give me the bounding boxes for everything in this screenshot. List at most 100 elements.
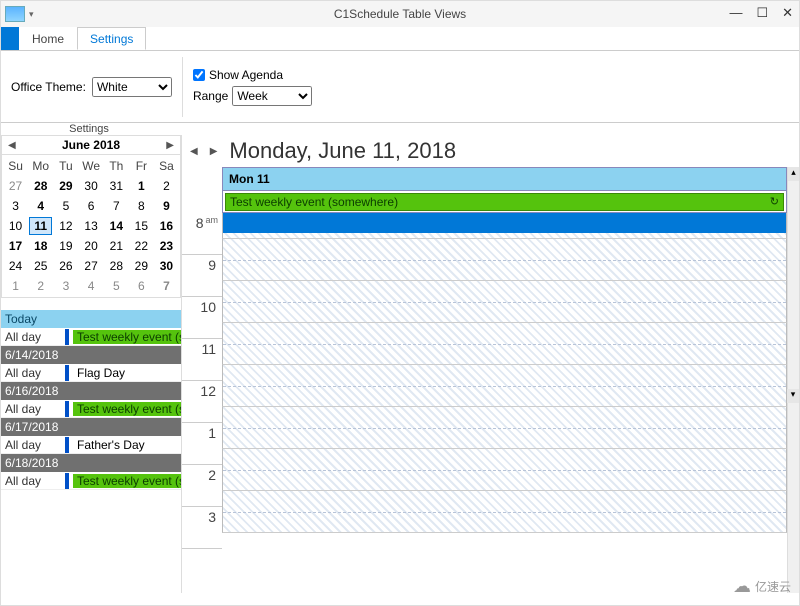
vertical-scrollbar[interactable]: ▴ ▾ <box>787 167 799 593</box>
show-agenda-checkbox[interactable] <box>193 69 205 81</box>
calendar-day[interactable]: 24 <box>4 257 27 275</box>
calendar-day[interactable]: 4 <box>79 277 102 295</box>
calendar-day[interactable]: 3 <box>4 197 27 215</box>
left-pane: ◀ June 2018 ▶ SuMoTuWeThFrSa272829303112… <box>1 135 181 593</box>
calendar-day[interactable]: 26 <box>54 257 77 275</box>
agenda-allday-label: All day <box>1 366 65 380</box>
agenda-allday-label: All day <box>1 402 65 416</box>
tab-settings[interactable]: Settings <box>77 27 146 50</box>
calendar-day[interactable]: 22 <box>130 237 153 255</box>
ribbon-tabs: Home Settings <box>1 27 799 51</box>
calendar-day[interactable]: 27 <box>4 177 27 195</box>
close-button[interactable]: ✕ <box>782 5 793 21</box>
tab-home[interactable]: Home <box>19 27 77 50</box>
range-select[interactable]: Week <box>232 86 312 106</box>
calendar-day[interactable]: 21 <box>105 237 128 255</box>
time-slots[interactable] <box>222 213 787 593</box>
calendar-day[interactable]: 15 <box>130 217 153 235</box>
calendar-day[interactable]: 7 <box>155 277 178 295</box>
qat-dropdown-icon[interactable]: ▾ <box>29 9 34 20</box>
month-label: June 2018 <box>62 138 120 152</box>
calendar-day[interactable]: 12 <box>54 217 77 235</box>
calendar-day[interactable]: 5 <box>54 197 77 215</box>
agenda-date-header[interactable]: 6/14/2018 <box>1 346 181 364</box>
agenda-today-header[interactable]: Today <box>1 310 181 328</box>
time-slot[interactable] <box>222 365 787 407</box>
time-slot[interactable] <box>222 449 787 491</box>
agenda-event-row[interactable]: All day Test weekly event (somewhere) <box>1 400 181 418</box>
calendar-day[interactable]: 29 <box>130 257 153 275</box>
agenda-date-header[interactable]: 6/17/2018 <box>1 418 181 436</box>
range-label: Range <box>193 89 228 103</box>
agenda-event-row[interactable]: All day Test weekly event (somewhere) <box>1 472 181 490</box>
time-slot[interactable] <box>222 281 787 323</box>
agenda-date-header[interactable]: 6/18/2018 <box>1 454 181 472</box>
calendar-day[interactable]: 30 <box>155 257 178 275</box>
event-color-bar <box>65 329 69 345</box>
calendar-day[interactable]: 6 <box>130 277 153 295</box>
cloud-icon: ☁ <box>733 576 751 597</box>
next-month-icon[interactable]: ▶ <box>166 140 174 151</box>
calendar-day[interactable]: 4 <box>29 197 52 215</box>
day-column-header[interactable]: Mon 11 <box>222 167 787 191</box>
calendar-day[interactable]: 13 <box>79 217 102 235</box>
agenda-event-row[interactable]: All day Flag Day <box>1 364 181 382</box>
calendar-day[interactable]: 2 <box>155 177 178 195</box>
agenda-event-text: Test weekly event (somewhere) <box>73 330 181 344</box>
next-day-icon[interactable]: ▶ <box>210 146 218 157</box>
calendar-day[interactable]: 23 <box>155 237 178 255</box>
calendar-day[interactable]: 11 <box>29 217 52 235</box>
calendar-day[interactable]: 6 <box>79 197 102 215</box>
agenda-event-row[interactable]: All day Test weekly event (somewhere) <box>1 328 181 346</box>
time-label: 11 <box>182 339 222 381</box>
time-slot[interactable] <box>222 323 787 365</box>
theme-select[interactable]: White <box>92 77 172 97</box>
file-tab[interactable] <box>1 27 19 50</box>
calendar-day[interactable]: 29 <box>54 177 77 195</box>
calendar-day[interactable]: 1 <box>130 177 153 195</box>
calendar-day[interactable]: 3 <box>54 277 77 295</box>
calendar-day[interactable]: 28 <box>29 177 52 195</box>
title-bar: ▾ C1Schedule Table Views — ☐ ✕ <box>1 1 799 27</box>
time-label: 10 <box>182 297 222 339</box>
calendar-day[interactable]: 9 <box>155 197 178 215</box>
calendar-day[interactable]: 2 <box>29 277 52 295</box>
calendar-day[interactable]: 28 <box>105 257 128 275</box>
calendar-day[interactable]: 5 <box>105 277 128 295</box>
calendar-day[interactable]: 16 <box>155 217 178 235</box>
calendar-day[interactable]: 18 <box>29 237 52 255</box>
time-slot[interactable] <box>222 407 787 449</box>
mini-calendar[interactable]: SuMoTuWeThFrSa27282930311234567891011121… <box>1 155 181 298</box>
calendar-day[interactable]: 20 <box>79 237 102 255</box>
maximize-button[interactable]: ☐ <box>756 5 768 21</box>
calendar-day[interactable]: 19 <box>54 237 77 255</box>
time-label: 1 <box>182 423 222 465</box>
scroll-dn-icon[interactable]: ▾ <box>787 389 799 403</box>
prev-month-icon[interactable]: ◀ <box>8 140 16 151</box>
agenda-event-row[interactable]: All day Father's Day <box>1 436 181 454</box>
scroll-up-icon[interactable]: ▴ <box>788 167 799 181</box>
agenda-event-text: Flag Day <box>73 366 181 380</box>
minimize-button[interactable]: — <box>729 5 742 21</box>
allday-row[interactable]: Test weekly event (somewhere) ↻ <box>222 191 787 213</box>
ribbon-group-label: Settings <box>1 123 181 135</box>
calendar-day[interactable]: 27 <box>79 257 102 275</box>
calendar-day[interactable]: 10 <box>4 217 27 235</box>
time-slot[interactable] <box>222 213 787 239</box>
calendar-day[interactable]: 30 <box>79 177 102 195</box>
prev-day-icon[interactable]: ◀ <box>190 146 198 157</box>
calendar-day[interactable]: 7 <box>105 197 128 215</box>
calendar-day[interactable]: 31 <box>105 177 128 195</box>
selected-slot[interactable] <box>223 213 786 233</box>
agenda-date-header[interactable]: 6/16/2018 <box>1 382 181 400</box>
calendar-day[interactable]: 8 <box>130 197 153 215</box>
watermark: ☁ 亿速云 <box>733 576 791 597</box>
calendar-day[interactable]: 25 <box>29 257 52 275</box>
time-slot[interactable] <box>222 491 787 533</box>
calendar-day[interactable]: 17 <box>4 237 27 255</box>
time-slot[interactable] <box>222 239 787 281</box>
calendar-day[interactable]: 14 <box>105 217 128 235</box>
time-label: 9 <box>182 255 222 297</box>
allday-event[interactable]: Test weekly event (somewhere) ↻ <box>225 193 784 211</box>
calendar-day[interactable]: 1 <box>4 277 27 295</box>
